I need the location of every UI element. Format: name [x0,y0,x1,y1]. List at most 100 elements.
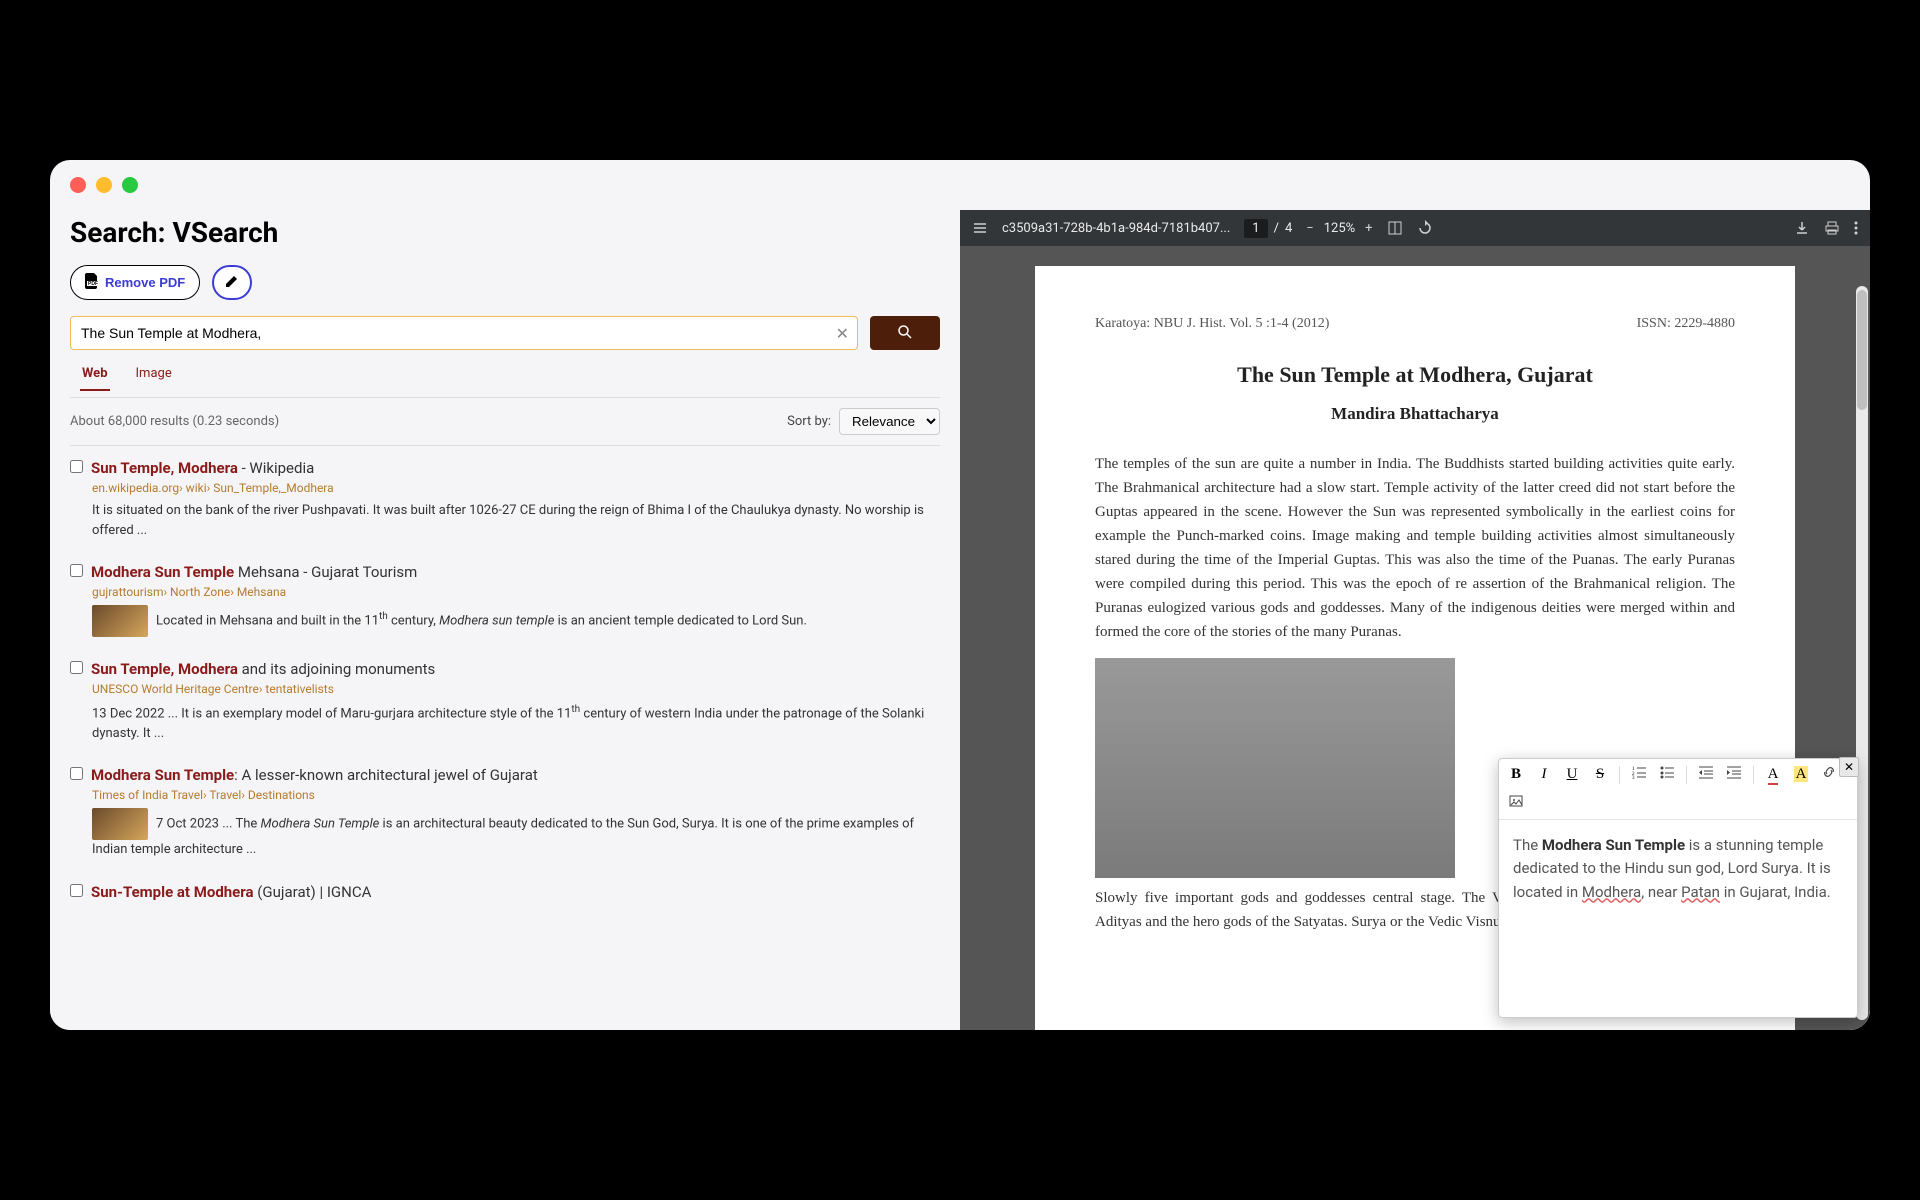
more-icon[interactable] [1854,220,1858,236]
result-url: en.wikipedia.org› wiki› Sun_Temple,_Modh… [92,481,940,495]
unordered-list-button[interactable] [1658,765,1676,784]
svg-text:PDF: PDF [88,281,98,287]
result-snippet: 7 Oct 2023 ... The Modhera Sun Temple is… [92,808,940,860]
app-window: Search: VSearch PDF Remove PDF ✕ [50,160,1870,1030]
journal-citation: Karatoya: NBU J. Hist. Vol. 5 :1-4 (2012… [1095,316,1329,332]
indent-button[interactable] [1725,765,1743,784]
search-result: Modhera Sun Temple: A lesser-known archi… [70,765,940,860]
text-color-button[interactable]: A [1764,766,1782,783]
strike-button[interactable]: S [1591,766,1609,783]
remove-pdf-label: Remove PDF [105,275,185,290]
content-split: Search: VSearch PDF Remove PDF ✕ [50,210,1870,1030]
ordered-list-button[interactable]: 123 [1630,765,1648,784]
image-button[interactable] [1507,794,1525,813]
tab-image[interactable]: Image [134,360,174,391]
search-button[interactable] [870,316,940,350]
window-minimize-button[interactable] [96,177,112,193]
titlebar [50,160,1870,210]
editor-body[interactable]: The Modhera Sun Temple is a stunning tem… [1499,820,1857,1017]
result-url: UNESCO World Heritage Centre› tentativel… [92,682,940,696]
pdf-scrollbar-thumb[interactable] [1857,290,1867,410]
action-buttons: PDF Remove PDF [70,265,940,300]
tab-web[interactable]: Web [80,360,110,391]
paper-figure [1095,658,1455,878]
hamburger-icon[interactable] [972,220,988,236]
paper-title: The Sun Temple at Modhera, Gujarat [1095,362,1735,388]
underline-button[interactable]: U [1563,766,1581,783]
result-url: Times of India Travel› Travel› Destinati… [92,788,940,802]
window-maximize-button[interactable] [122,177,138,193]
pdf-pane: c3509a31-728b-4b1a-984d-7181b407... 1 / … [960,210,1870,1030]
search-result: Modhera Sun Temple Mehsana - Gujarat Tou… [70,562,940,637]
search-input[interactable] [81,325,827,341]
result-snippet: 13 Dec 2022 ... It is an exemplary model… [92,702,940,743]
result-checkbox[interactable] [70,661,83,674]
editor-bold-term: Modhera Sun Temple [1542,836,1685,854]
bold-button[interactable]: B [1507,766,1525,783]
svg-text:3: 3 [1632,776,1635,779]
pencil-icon [224,273,240,292]
editor-close-button[interactable]: ✕ [1839,757,1859,777]
rotate-icon[interactable] [1417,220,1433,236]
paper-paragraph-1: The temples of the sun are quite a numbe… [1095,452,1735,644]
journal-header: Karatoya: NBU J. Hist. Vol. 5 :1-4 (2012… [1095,316,1735,332]
results-list: Sun Temple, Modhera - Wikipedia en.wikipe… [70,458,940,901]
editor-toolbar: B I U S 123 [1499,759,1857,820]
current-page-input[interactable]: 1 [1244,219,1267,238]
sort-label: Sort by: [787,414,831,429]
result-title-link[interactable]: Sun Temple, Modhera and its adjoining mo… [91,660,435,678]
note-editor: ✕ B I U S 123 [1498,758,1858,1018]
pdf-icon: PDF [85,273,99,292]
search-bar: ✕ [70,316,940,350]
italic-button[interactable]: I [1535,766,1553,783]
result-thumbnail [92,808,148,840]
zoom-out-button[interactable]: − [1306,221,1313,236]
zoom-in-button[interactable]: + [1365,221,1372,236]
results-meta: About 68,000 results (0.23 seconds) Sort… [70,397,940,446]
result-title-link[interactable]: Modhera Sun Temple: A lesser-known archi… [91,766,538,784]
search-result: Sun Temple, Modhera - Wikipedia en.wikipe… [70,458,940,540]
page-indicator: 1 / 4 [1244,219,1292,238]
page-separator: / [1274,221,1279,236]
pdf-toolbar: c3509a31-728b-4b1a-984d-7181b407... 1 / … [960,210,1870,246]
link-button[interactable] [1820,765,1838,784]
sort-select[interactable]: Relevance [839,408,940,435]
fit-page-icon[interactable] [1387,220,1403,236]
clear-search-button[interactable]: ✕ [836,324,849,343]
result-title-link[interactable]: Sun Temple, Modhera - Wikipedia [91,459,314,477]
result-thumbnail [92,605,148,637]
search-icon [896,323,914,344]
search-pane: Search: VSearch PDF Remove PDF ✕ [50,210,960,1030]
search-result: Sun Temple, Modhera and its adjoining mo… [70,659,940,743]
spellcheck-word: Modhera [1582,883,1641,901]
page-title: Search: VSearch [70,216,940,249]
paper-author: Mandira Bhattacharya [1095,404,1735,424]
search-tabs: Web Image [70,360,940,391]
edit-button[interactable] [212,265,252,300]
result-count: About 68,000 results (0.23 seconds) [70,414,279,429]
zoom-controls: − 125% + [1306,221,1372,236]
search-box[interactable]: ✕ [70,316,858,350]
result-checkbox[interactable] [70,767,83,780]
result-title-link[interactable]: Sun-Temple at Modhera (Gujarat) | IGNCA [91,883,371,901]
zoom-level: 125% [1324,221,1355,236]
journal-issn: ISSN: 2229-4880 [1637,316,1735,332]
result-checkbox[interactable] [70,460,83,473]
result-title-link[interactable]: Modhera Sun Temple Mehsana - Gujarat Tou… [91,563,417,581]
outdent-button[interactable] [1697,765,1715,784]
result-checkbox[interactable] [70,884,83,897]
search-result: Sun-Temple at Modhera (Gujarat) | IGNCA [70,882,940,901]
result-snippet: It is situated on the bank of the river … [92,501,940,540]
result-snippet: Located in Mehsana and built in the 11th… [92,605,940,637]
print-icon[interactable] [1824,220,1840,236]
result-checkbox[interactable] [70,564,83,577]
highlight-button[interactable]: A [1792,766,1810,783]
result-url: gujrattourism› North Zone› Mehsana [92,585,940,599]
sort-control: Sort by: Relevance [787,408,940,435]
remove-pdf-button[interactable]: PDF Remove PDF [70,265,200,300]
download-icon[interactable] [1794,220,1810,236]
window-close-button[interactable] [70,177,86,193]
spellcheck-word: Patan [1681,883,1720,901]
pdf-filename: c3509a31-728b-4b1a-984d-7181b407... [1002,221,1230,236]
total-pages: 4 [1285,221,1292,236]
